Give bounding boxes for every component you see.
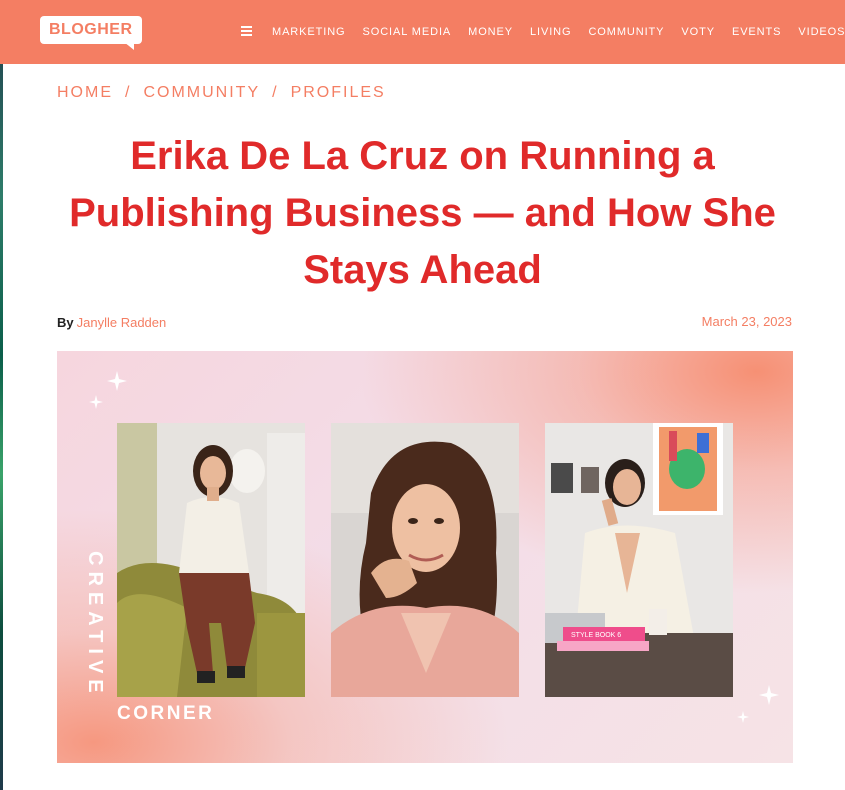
sparkle-icon [759,685,779,705]
breadcrumb-community[interactable]: COMMUNITY [143,84,260,102]
sparkle-icon [737,711,749,723]
article-title: Erika De La Cruz on Running a Publishing… [69,134,776,292]
sparkle-icon [107,371,127,391]
sparkle-icon [89,395,103,409]
nav-item-social-media[interactable]: SOCIAL MEDIA [363,26,452,38]
breadcrumb-profiles[interactable]: PROFILES [291,84,386,102]
nav-item-events[interactable]: EVENTS [732,26,781,38]
profile-photo-office: STYLE BOOK 6 [545,423,733,697]
breadcrumb-separator: / [125,84,132,101]
main-nav: MARKETING SOCIAL MEDIA MONEY LIVING COMM… [272,24,845,40]
hero-vertical-text: CREATIVE [84,551,106,699]
nav-item-voty[interactable]: VOTY [681,26,715,38]
breadcrumb-home[interactable]: HOME [57,84,113,102]
top-navigation-bar: BLOGHER MARKETING SOCIAL MEDIA MONEY LIV… [0,0,845,64]
logo-speech-tail [124,42,134,50]
nav-item-community[interactable]: COMMUNITY [588,26,664,38]
article-date: March 23, 2023 [701,314,792,329]
byline-prefix: By [57,315,74,330]
nav-item-living[interactable]: LIVING [530,26,571,38]
site-logo[interactable]: BLOGHER [40,16,142,44]
hero-bottom-text: CORNER [117,703,215,724]
left-edge-strip [0,0,3,790]
article-byline: By Janylle Radden [57,315,166,330]
nav-item-videos[interactable]: VIDEOS [798,26,845,38]
hero-image: STYLE BOOK 6 CREATIVE CORNER [57,351,793,763]
hamburger-icon[interactable] [241,26,252,36]
breadcrumb-separator: / [272,84,279,101]
profile-photo-portrait [331,423,519,697]
book-label: STYLE BOOK 6 [571,632,621,639]
author-link[interactable]: Janylle Radden [77,315,167,330]
nav-item-marketing[interactable]: MARKETING [272,26,346,38]
nav-item-money[interactable]: MONEY [468,26,513,38]
breadcrumb: HOME / COMMUNITY / PROFILES [57,84,386,102]
profile-photo-chair [117,423,305,697]
